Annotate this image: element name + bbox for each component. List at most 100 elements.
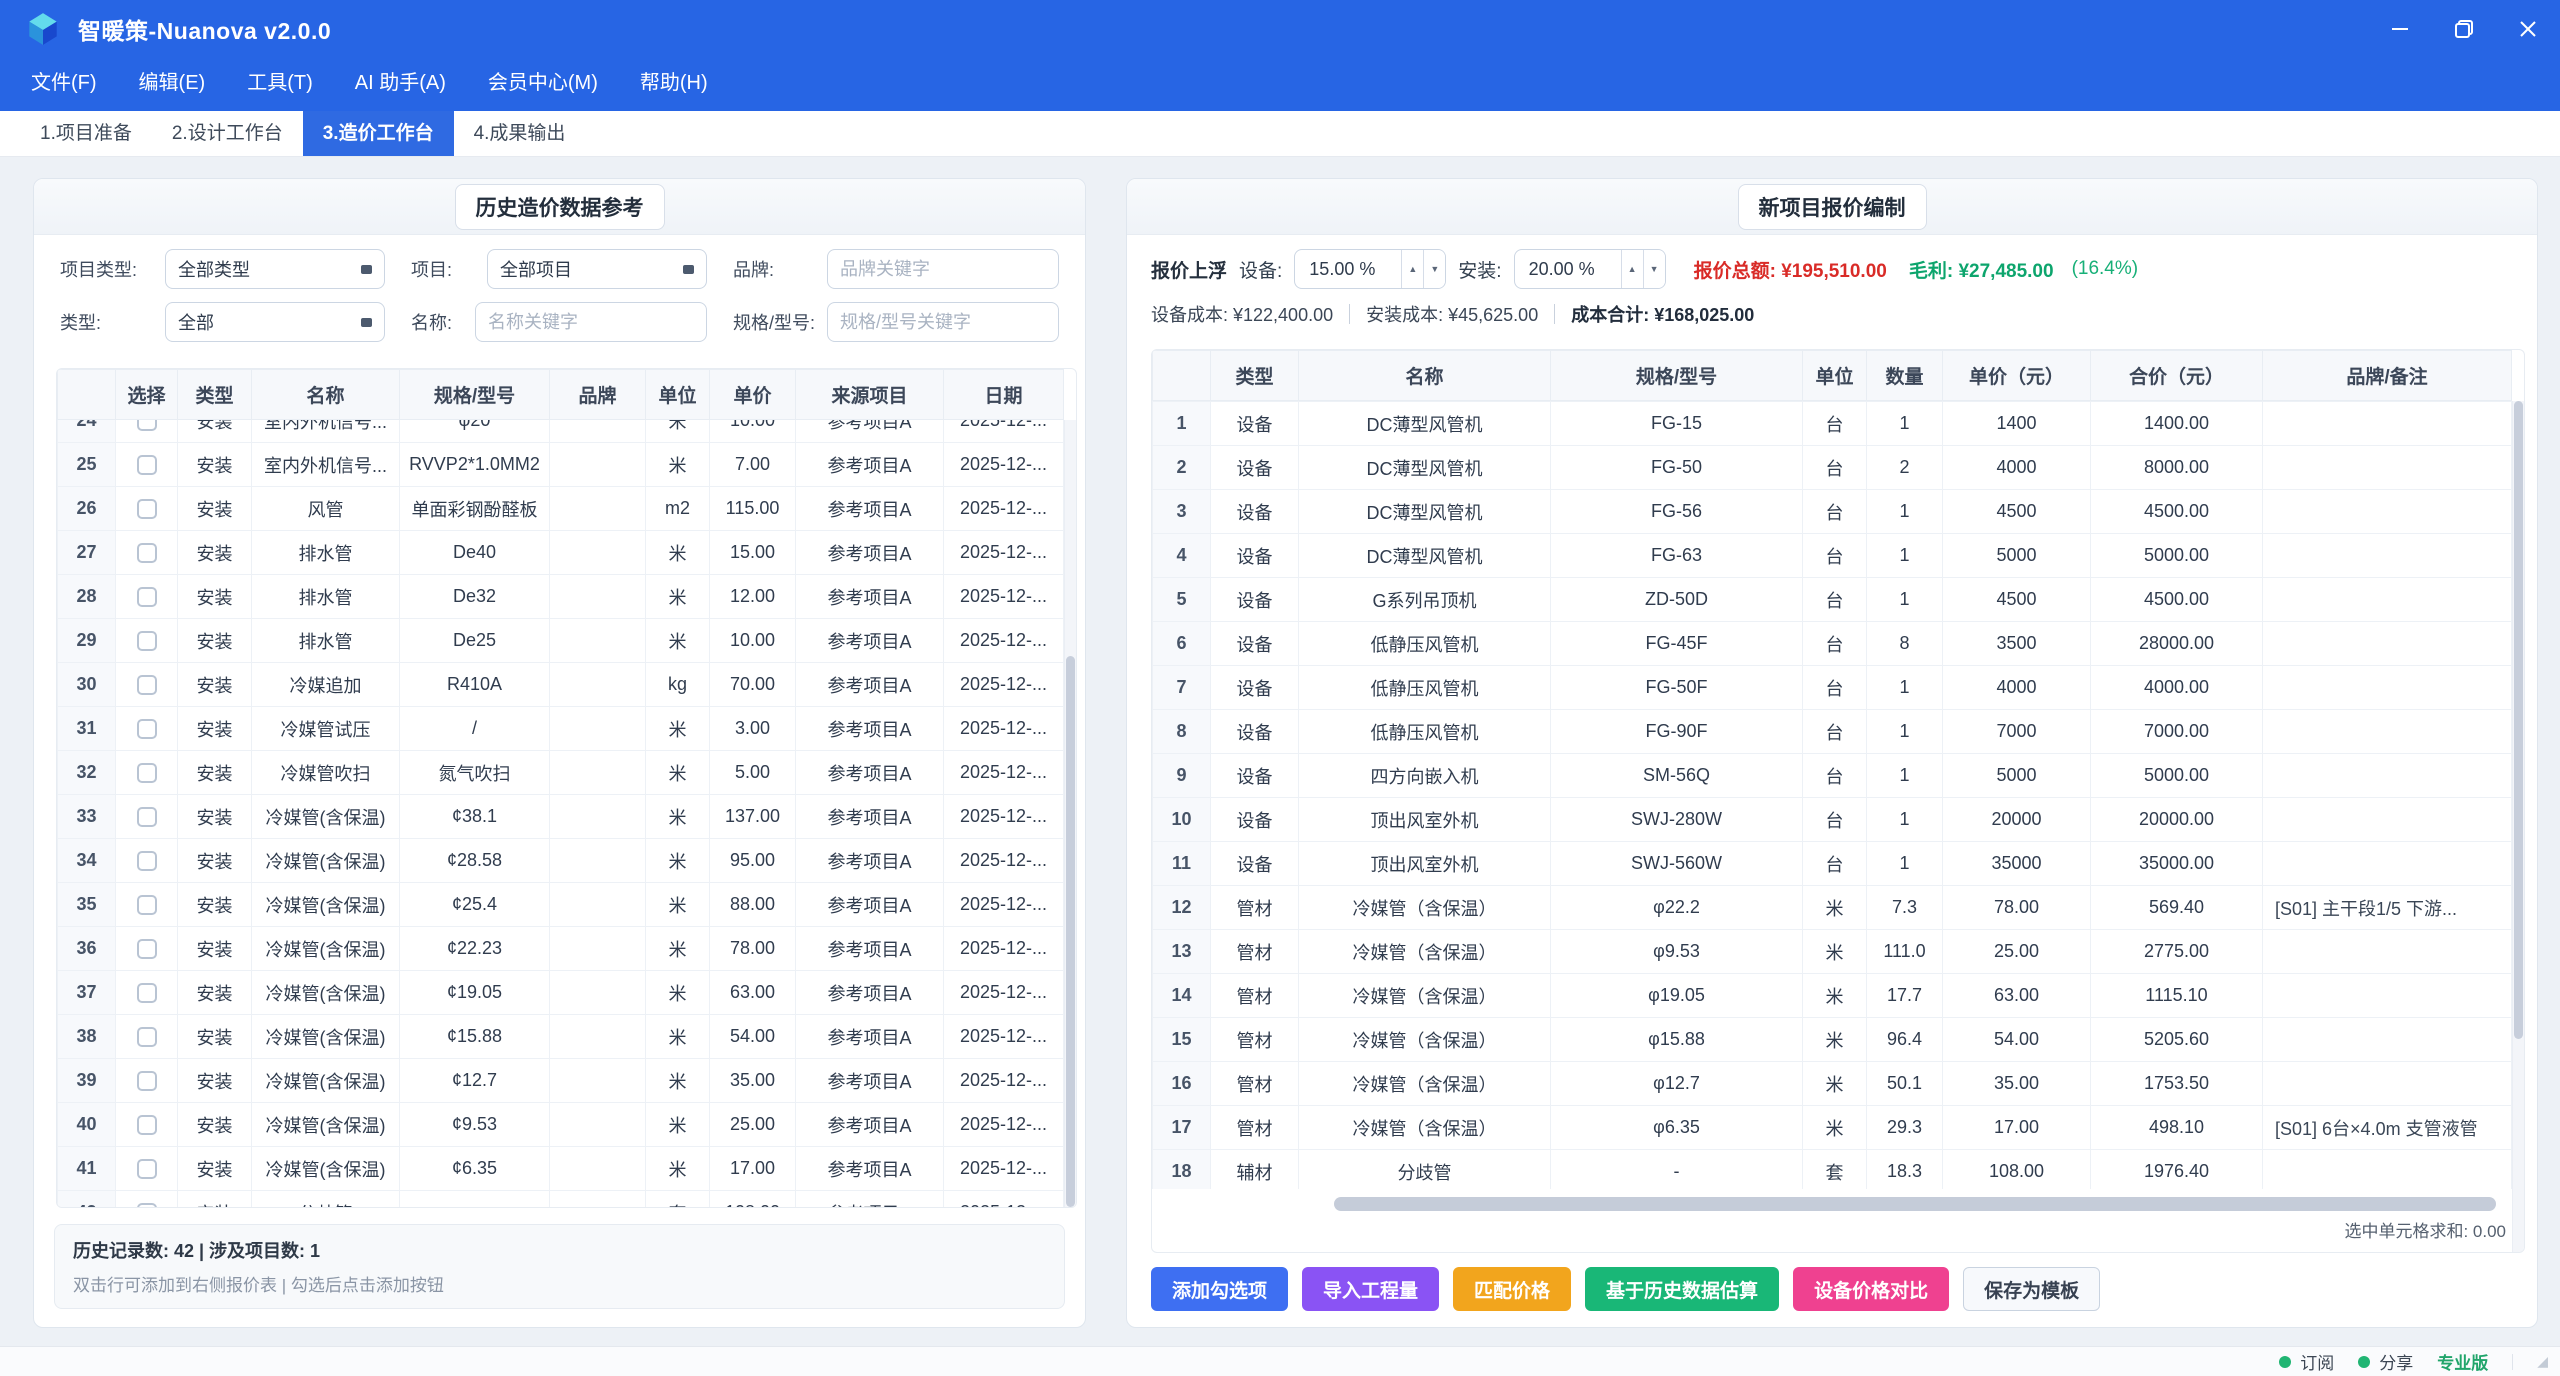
filter-select[interactable]: 全部	[165, 302, 385, 342]
filter-select[interactable]: 全部项目	[487, 249, 707, 289]
filter-select[interactable]: 全部类型	[165, 249, 385, 289]
row-select-cell[interactable]	[116, 443, 178, 487]
row-select-cell[interactable]	[116, 795, 178, 839]
action-button[interactable]: 添加勾选项	[1151, 1267, 1288, 1311]
quotation-table-row[interactable]: 14管材冷媒管（含保温）φ19.05米17.763.001115.10	[1153, 974, 2512, 1018]
row-select-cell[interactable]	[116, 1059, 178, 1103]
row-select-cell[interactable]	[116, 531, 178, 575]
edition-badge[interactable]: 专业版	[2437, 1349, 2488, 1374]
menu-item[interactable]: 工具(T)	[226, 60, 334, 101]
row-checkbox[interactable]	[137, 543, 157, 563]
history-table-row[interactable]: 39安装冷媒管(含保温)¢12.7米35.00参考项目A2025-12-...	[58, 1059, 1064, 1103]
history-table-row[interactable]: 31安装冷媒管试压/米3.00参考项目A2025-12-...	[58, 707, 1064, 751]
row-select-cell[interactable]	[116, 663, 178, 707]
menu-item[interactable]: 编辑(E)	[118, 60, 227, 101]
history-table-row[interactable]: 30安装冷媒追加R410Akg70.00参考项目A2025-12-...	[58, 663, 1064, 707]
menu-item[interactable]: 文件(F)	[10, 60, 118, 101]
row-select-cell[interactable]	[116, 839, 178, 883]
history-table-row[interactable]: 29安装排水管De25米10.00参考项目A2025-12-...	[58, 619, 1064, 663]
row-checkbox[interactable]	[137, 499, 157, 519]
action-button[interactable]: 基于历史数据估算	[1585, 1267, 1779, 1311]
tab-project-prep[interactable]: 1.项目准备	[20, 111, 152, 156]
device-markup-up-icon[interactable]: ▲	[1401, 250, 1423, 288]
history-table-row[interactable]: 24安装室内外机信号...φ20米10.00参考项目A2025-12-...	[58, 420, 1064, 443]
share-item[interactable]: 分享	[2358, 1349, 2413, 1374]
row-checkbox[interactable]	[137, 939, 157, 959]
row-checkbox[interactable]	[137, 719, 157, 739]
quotation-table-row[interactable]: 16管材冷媒管（含保温）φ12.7米50.135.001753.50	[1153, 1062, 2512, 1106]
row-checkbox[interactable]	[137, 1159, 157, 1179]
row-select-cell[interactable]	[116, 420, 178, 443]
history-table-row[interactable]: 27安装排水管De40米15.00参考项目A2025-12-...	[58, 531, 1064, 575]
history-table-row[interactable]: 40安装冷媒管(含保温)¢9.53米25.00参考项目A2025-12-...	[58, 1103, 1064, 1147]
row-checkbox[interactable]	[137, 983, 157, 1003]
quotation-table-row[interactable]: 3设备DC薄型风管机FG-56台145004500.00	[1153, 490, 2512, 534]
row-checkbox[interactable]	[137, 631, 157, 651]
quotation-table-row[interactable]: 11设备顶出风室外机SWJ-560W台13500035000.00	[1153, 842, 2512, 886]
quotation-table-row[interactable]: 2设备DC薄型风管机FG-50台240008000.00	[1153, 446, 2512, 490]
history-table-row[interactable]: 34安装冷媒管(含保温)¢28.58米95.00参考项目A2025-12-...	[58, 839, 1064, 883]
action-button[interactable]: 导入工程量	[1302, 1267, 1439, 1311]
menu-item[interactable]: 会员中心(M)	[467, 60, 619, 101]
quotation-table-row[interactable]: 5设备G系列吊顶机ZD-50D台145004500.00	[1153, 578, 2512, 622]
row-checkbox[interactable]	[137, 420, 157, 431]
row-checkbox[interactable]	[137, 1203, 157, 1207]
menu-item[interactable]: 帮助(H)	[619, 60, 729, 101]
history-vertical-scrollbar[interactable]	[1064, 420, 1076, 1207]
history-table-row[interactable]: 28安装排水管De32米12.00参考项目A2025-12-...	[58, 575, 1064, 619]
quotation-table-row[interactable]: 6设备低静压风管机FG-45F台8350028000.00	[1153, 622, 2512, 666]
tab-output[interactable]: 4.成果输出	[454, 111, 586, 156]
action-button[interactable]: 匹配价格	[1453, 1267, 1571, 1311]
history-table-row[interactable]: 37安装冷媒管(含保温)¢19.05米63.00参考项目A2025-12-...	[58, 971, 1064, 1015]
row-select-cell[interactable]	[116, 971, 178, 1015]
row-select-cell[interactable]	[116, 1191, 178, 1208]
history-table-row[interactable]: 38安装冷媒管(含保温)¢15.88米54.00参考项目A2025-12-...	[58, 1015, 1064, 1059]
quotation-horizontal-scrollbar[interactable]	[1164, 1197, 2512, 1211]
install-markup-up-icon[interactable]: ▲	[1621, 250, 1643, 288]
row-checkbox[interactable]	[137, 455, 157, 475]
row-checkbox[interactable]	[137, 587, 157, 607]
filter-input[interactable]	[475, 302, 707, 342]
install-markup-spinner[interactable]: 20.00 % ▲ ▼	[1514, 249, 1666, 289]
quotation-vertical-scrollbar[interactable]	[2512, 401, 2524, 1252]
quotation-table-row[interactable]: 1设备DC薄型风管机FG-15台114001400.00	[1153, 402, 2512, 446]
quotation-table-row[interactable]: 12管材冷媒管（含保温）φ22.2米7.378.00569.40[S01] 主干…	[1153, 886, 2512, 930]
filter-input[interactable]	[827, 302, 1059, 342]
row-checkbox[interactable]	[137, 1071, 157, 1091]
history-table-row[interactable]: 42安装分歧管nan套108.00参考项目A2025-12-...	[58, 1191, 1064, 1208]
menu-item[interactable]: AI 助手(A)	[334, 60, 467, 101]
quotation-table-row[interactable]: 17管材冷媒管（含保温）φ6.35米29.317.00498.10[S01] 6…	[1153, 1106, 2512, 1150]
device-markup-spinner[interactable]: 15.00 % ▲ ▼	[1294, 249, 1446, 289]
row-select-cell[interactable]	[116, 751, 178, 795]
quotation-scrollbar-thumb[interactable]	[2514, 401, 2523, 1039]
history-table-row[interactable]: 33安装冷媒管(含保温)¢38.1米137.00参考项目A2025-12-...	[58, 795, 1064, 839]
history-table-row[interactable]: 26安装风管单面彩钢酚醛板m2115.00参考项目A2025-12-...	[58, 487, 1064, 531]
subscribe-item[interactable]: 订阅	[2279, 1349, 2334, 1374]
row-checkbox[interactable]	[137, 1115, 157, 1135]
quotation-hscrollbar-thumb[interactable]	[1334, 1197, 2496, 1211]
quotation-table-row[interactable]: 9设备四方向嵌入机SM-56Q台150005000.00	[1153, 754, 2512, 798]
quotation-table-row[interactable]: 7设备低静压风管机FG-50F台140004000.00	[1153, 666, 2512, 710]
row-select-cell[interactable]	[116, 619, 178, 663]
row-checkbox[interactable]	[137, 675, 157, 695]
row-select-cell[interactable]	[116, 487, 178, 531]
history-scrollbar-thumb[interactable]	[1066, 656, 1075, 1207]
row-select-cell[interactable]	[116, 883, 178, 927]
row-select-cell[interactable]	[116, 1015, 178, 1059]
history-table-row[interactable]: 35安装冷媒管(含保温)¢25.4米88.00参考项目A2025-12-...	[58, 883, 1064, 927]
minimize-button[interactable]	[2368, 0, 2432, 58]
action-button[interactable]: 保存为模板	[1963, 1267, 2100, 1311]
install-markup-value[interactable]: 20.00 %	[1515, 250, 1621, 288]
row-checkbox[interactable]	[137, 1027, 157, 1047]
quotation-table-row[interactable]: 8设备低静压风管机FG-90F台170007000.00	[1153, 710, 2512, 754]
quotation-table-row[interactable]: 4设备DC薄型风管机FG-63台150005000.00	[1153, 534, 2512, 578]
row-select-cell[interactable]	[116, 707, 178, 751]
history-table-row[interactable]: 41安装冷媒管(含保温)¢6.35米17.00参考项目A2025-12-...	[58, 1147, 1064, 1191]
install-markup-down-icon[interactable]: ▼	[1643, 250, 1665, 288]
row-select-cell[interactable]	[116, 1103, 178, 1147]
quotation-table-row[interactable]: 18辅材分歧管-套18.3108.001976.40	[1153, 1150, 2512, 1190]
row-checkbox[interactable]	[137, 851, 157, 871]
history-table-row[interactable]: 25安装室内外机信号...RVVP2*1.0MM2米7.00参考项目A2025-…	[58, 443, 1064, 487]
row-checkbox[interactable]	[137, 895, 157, 915]
history-table-row[interactable]: 32安装冷媒管吹扫氮气吹扫米5.00参考项目A2025-12-...	[58, 751, 1064, 795]
